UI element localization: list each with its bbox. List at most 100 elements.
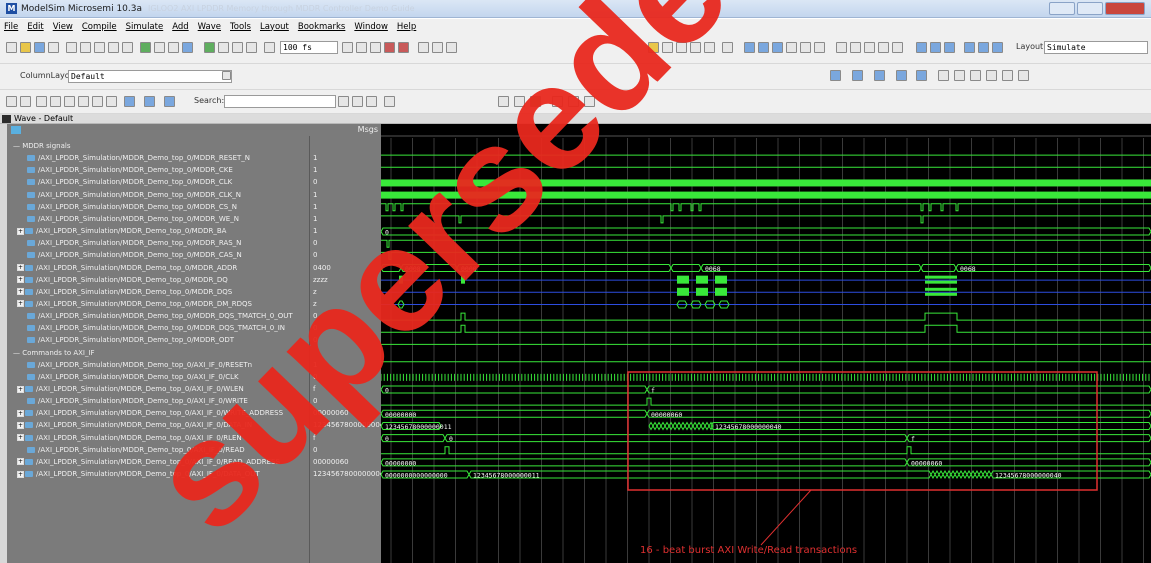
run-time-input[interactable]: 100 fs (280, 41, 338, 54)
break-icon[interactable] (384, 42, 395, 53)
signal-row[interactable]: /AXI_LPDDR_Simulation/MDDR_Demo_top_0/MD… (27, 250, 242, 260)
step-next-icon[interactable] (92, 96, 103, 107)
signal-row[interactable]: /AXI_LPDDR_Simulation/MDDR_Demo_top_0/MD… (27, 165, 233, 175)
paste-icon[interactable] (94, 42, 105, 53)
signal-menu-icon[interactable] (11, 126, 21, 134)
signal-row[interactable]: + /AXI_LPDDR_Simulation/MDDR_Demo_top_0/M… (17, 275, 228, 285)
signal-row[interactable]: + /AXI_LPDDR_Simulation/MDDR_Demo_top_0/M… (17, 226, 226, 236)
cursor-icon[interactable] (704, 42, 715, 53)
run-all-icon[interactable] (370, 42, 381, 53)
step-end-icon[interactable] (106, 96, 117, 107)
next-edge-icon[interactable] (864, 42, 875, 53)
layout-icon-3[interactable] (530, 96, 541, 107)
insert-cursor-icon[interactable] (722, 42, 733, 53)
layout-select[interactable]: Simulate (1044, 41, 1148, 54)
expand-icon[interactable]: + (17, 300, 24, 308)
expand-icon[interactable]: + (17, 264, 24, 271)
menu-help[interactable]: Help (397, 22, 416, 32)
signal-row[interactable]: /AXI_LPDDR_Simulation/MDDR_Demo_top_0/MD… (27, 214, 239, 224)
wave-group-icon[interactable] (896, 70, 907, 81)
undo-icon[interactable] (108, 42, 119, 53)
select-mode-icon[interactable] (648, 42, 659, 53)
run-length-icon[interactable] (264, 42, 275, 53)
close-button[interactable] (1105, 2, 1145, 15)
wave-icon[interactable] (182, 42, 193, 53)
restart-icon[interactable] (218, 42, 229, 53)
signal-row[interactable]: + /AXI_LPDDR_Simulation/MDDR_Demo_top_0/A… (17, 408, 283, 418)
wave-insert-icon[interactable] (852, 70, 863, 81)
signal-row[interactable]: /AXI_LPDDR_Simulation/MDDR_Demo_top_0/AX… (27, 372, 239, 382)
radix-octal-icon[interactable] (954, 70, 965, 81)
step-in-icon[interactable] (50, 96, 61, 107)
expand-icon[interactable]: + (17, 458, 24, 466)
edit-mode-icon[interactable] (690, 42, 701, 53)
expand-icon[interactable]: + (17, 409, 24, 417)
expand-icon[interactable]: + (17, 276, 24, 284)
menu-compile[interactable]: Compile (82, 22, 117, 32)
radix-binary-icon[interactable] (938, 70, 949, 81)
expand-icon[interactable]: + (17, 434, 24, 442)
wave-shift-right-icon[interactable] (164, 96, 175, 107)
find-icon[interactable] (154, 42, 165, 53)
step-current-icon[interactable] (78, 96, 89, 107)
signal-group-header[interactable]: — Commands to AXI_IF (13, 348, 95, 358)
copy-icon[interactable] (80, 42, 91, 53)
bookmark-icon[interactable] (878, 42, 889, 53)
memory-icon[interactable] (432, 42, 443, 53)
signal-group-header[interactable]: — MDDR signals (13, 141, 71, 151)
layout-icon-6[interactable] (584, 96, 595, 107)
collapse-all-icon[interactable] (20, 96, 31, 107)
search-next-icon[interactable] (366, 96, 377, 107)
menu-simulate[interactable]: Simulate (126, 22, 164, 32)
zoom-out-icon[interactable] (758, 42, 769, 53)
search-icon[interactable] (338, 96, 349, 107)
step-back-icon[interactable] (964, 42, 975, 53)
search-input[interactable] (224, 95, 336, 108)
minimize-button[interactable] (1049, 2, 1075, 15)
stop-icon[interactable] (398, 42, 409, 53)
column-layout-select[interactable]: Default (68, 70, 232, 83)
zoom-cursor-icon[interactable] (786, 42, 797, 53)
find-edge-icon[interactable] (836, 42, 847, 53)
zoom-mode-icon[interactable] (662, 42, 673, 53)
step-back-over-icon[interactable] (978, 42, 989, 53)
zoom-last-icon[interactable] (814, 42, 825, 53)
zoom-in-icon[interactable] (744, 42, 755, 53)
menu-layout[interactable]: Layout (260, 22, 289, 32)
signal-row[interactable]: /AXI_LPDDR_Simulation/MDDR_Demo_top_0/MD… (27, 177, 232, 187)
radix-hex-icon[interactable] (970, 70, 981, 81)
signal-row[interactable]: + /AXI_LPDDR_Simulation/MDDR_Demo_top_0/M… (17, 287, 232, 297)
menu-add[interactable]: Add (172, 22, 188, 32)
wave-divider-icon[interactable] (874, 70, 885, 81)
open-icon[interactable] (20, 42, 31, 53)
signal-row[interactable]: /AXI_LPDDR_Simulation/MDDR_Demo_top_0/MD… (27, 153, 250, 163)
zoom-full-icon[interactable] (772, 42, 783, 53)
wave-restore-icon[interactable] (916, 70, 927, 81)
signal-row[interactable]: + /AXI_LPDDR_Simulation/MDDR_Demo_top_0/A… (17, 384, 244, 394)
menu-tools[interactable]: Tools (230, 22, 251, 32)
layout-icon-5[interactable] (568, 96, 579, 107)
new-icon[interactable] (6, 42, 17, 53)
wave-pencil-icon[interactable] (1018, 70, 1029, 81)
signal-row[interactable]: + /AXI_LPDDR_Simulation/MDDR_Demo_top_0/A… (17, 420, 252, 430)
back-icon[interactable] (232, 42, 243, 53)
redo-icon[interactable] (122, 42, 133, 53)
step-out-icon[interactable] (944, 42, 955, 53)
wave-add-icon[interactable] (830, 70, 841, 81)
step-into-icon[interactable] (916, 42, 927, 53)
signal-row[interactable]: /AXI_LPDDR_Simulation/MDDR_Demo_top_0/MD… (27, 238, 241, 248)
expand-icon[interactable]: + (17, 421, 24, 429)
hand-icon[interactable] (446, 42, 457, 53)
expand-all-icon[interactable] (6, 96, 17, 107)
signal-row[interactable]: /AXI_LPDDR_Simulation/MDDR_Demo_top_0/AX… (27, 360, 252, 370)
menu-bookmarks[interactable]: Bookmarks (298, 22, 346, 32)
zoom-range-icon[interactable] (800, 42, 811, 53)
signal-row[interactable]: /AXI_LPDDR_Simulation/MDDR_Demo_top_0/MD… (27, 202, 237, 212)
menu-file[interactable]: File (4, 22, 18, 32)
signal-row[interactable]: /AXI_LPDDR_Simulation/MDDR_Demo_top_0/AX… (27, 445, 245, 455)
expand-icon[interactable]: + (17, 470, 24, 478)
wave-shift-icon[interactable] (144, 96, 155, 107)
menu-edit[interactable]: Edit (27, 22, 43, 32)
print-icon[interactable] (48, 42, 59, 53)
radix-all-icon[interactable] (1002, 70, 1013, 81)
